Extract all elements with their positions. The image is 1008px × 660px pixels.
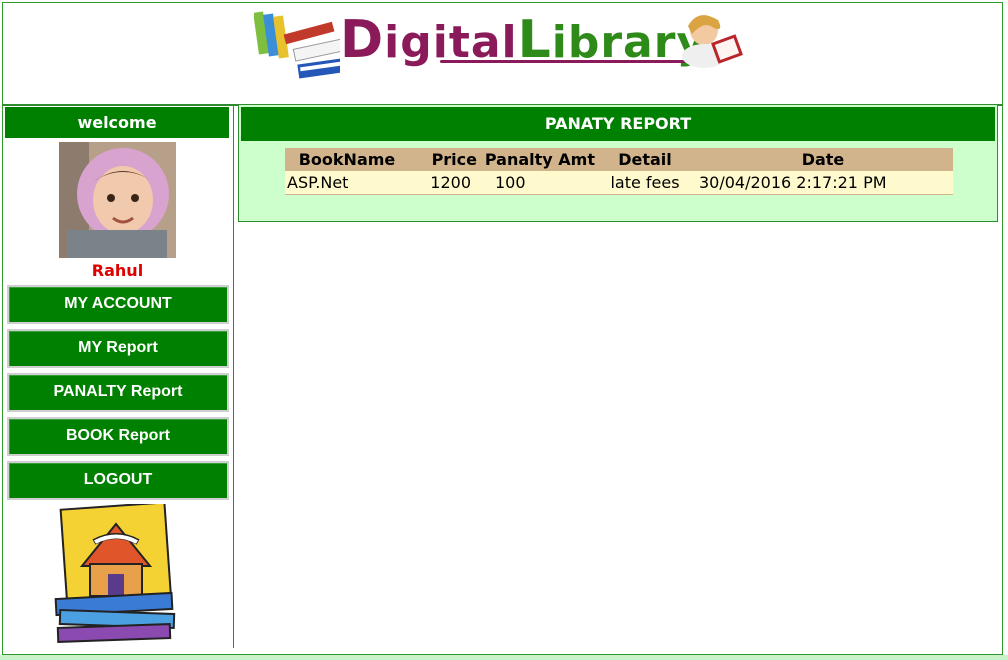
header: DigitalLibrary: [2, 2, 1003, 106]
panel-title: PANATY REPORT: [241, 107, 995, 141]
column-header: Detail: [597, 148, 693, 171]
nav-penalty-report-button[interactable]: PANALTY Report: [7, 373, 229, 412]
table-header-row: BookName Price Panalty Amt Detail Date: [285, 148, 953, 171]
nav-book-report-button[interactable]: BOOK Report: [7, 417, 229, 456]
sidebar: welcome Rahul MY ACCOUNT MY Report PANAL…: [2, 104, 234, 648]
logo-underline: [440, 60, 688, 63]
column-header: Panalty Amt: [479, 148, 597, 171]
username: Rahul: [91, 261, 144, 280]
table-cell: 100: [479, 171, 597, 195]
column-header: Date: [693, 148, 953, 171]
nav-my-account-button[interactable]: MY ACCOUNT: [7, 285, 229, 324]
reading-girl-icon: [682, 15, 743, 68]
penalty-table: BookName Price Panalty Amt Detail Date A…: [285, 148, 953, 195]
penalty-report-panel: PANATY REPORT BookName Price Panalty Amt…: [238, 104, 998, 222]
column-header: BookName: [285, 148, 409, 171]
column-header: Price: [409, 148, 479, 171]
books-stack-icon: [253, 11, 365, 79]
welcome-banner: welcome: [5, 107, 229, 138]
table-cell: late fees: [597, 171, 693, 195]
nav-my-report-button[interactable]: MY Report: [7, 329, 229, 368]
site-logo: DigitalLibrary: [253, 8, 750, 80]
nav-logout-button[interactable]: LOGOUT: [7, 461, 229, 500]
table-cell: 30/04/2016 2:17:21 PM: [693, 171, 953, 195]
library-illustration-icon: [52, 501, 180, 644]
footer-strip: [0, 655, 1008, 660]
table-cell: ASP.Net: [285, 171, 409, 195]
avatar: [59, 142, 176, 258]
table-row: ASP.Net 1200 100 late fees 30/04/2016 2:…: [285, 171, 953, 195]
table-cell: 1200: [409, 171, 479, 195]
